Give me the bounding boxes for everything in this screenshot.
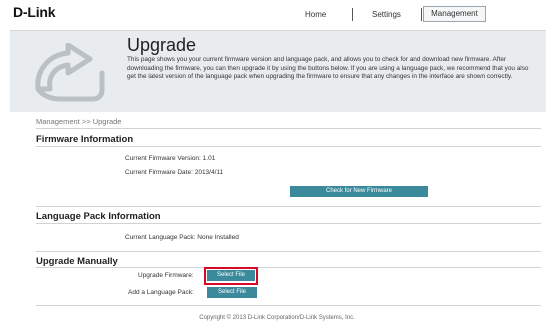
section-divider [36, 305, 541, 306]
firmware-version: Current Firmware Version: 1.01 [125, 155, 216, 162]
firmware-section-title: Firmware Information [36, 134, 134, 145]
section-divider [36, 267, 541, 268]
section-divider [36, 128, 541, 129]
add-language-pack-label: Add a Language Pack: [128, 289, 194, 296]
dlink-logo: D-Link [13, 4, 56, 20]
page-description: This page shows you your current firmwar… [127, 56, 529, 81]
page-banner: Upgrade This page shows you your current… [10, 30, 546, 112]
check-firmware-button[interactable]: Check for New Firmware [290, 186, 428, 197]
section-divider [36, 146, 541, 147]
language-pack-section-title: Language Pack Information [36, 211, 161, 222]
upgrade-arrow-icon [35, 43, 105, 102]
nav-home[interactable]: Home [305, 10, 326, 19]
upgrade-firmware-label: Upgrade Firmware: [138, 272, 194, 279]
nav-management[interactable]: Management [423, 6, 486, 22]
section-divider [36, 206, 541, 207]
section-divider [36, 251, 541, 252]
page-title: Upgrade [127, 35, 197, 55]
language-pack-select-file-button[interactable]: Select File [207, 287, 257, 298]
upgrade-manually-section-title: Upgrade Manually [36, 256, 118, 267]
nav-divider [421, 8, 422, 21]
copyright-footer: Copyright © 2013 D-Link Corporation/D-Li… [199, 315, 355, 321]
nav-divider [352, 8, 353, 21]
section-divider [36, 223, 541, 224]
upgrade-firmware-select-file-button[interactable]: Select File [207, 270, 255, 281]
firmware-date: Current Firmware Date: 2013/4/11 [125, 169, 224, 176]
current-language-pack: Current Language Pack: None Installed [125, 234, 239, 241]
breadcrumb: Management >> Upgrade [36, 117, 122, 126]
nav-settings[interactable]: Settings [372, 10, 401, 19]
top-bar: D-Link Home Settings Management [0, 0, 554, 30]
